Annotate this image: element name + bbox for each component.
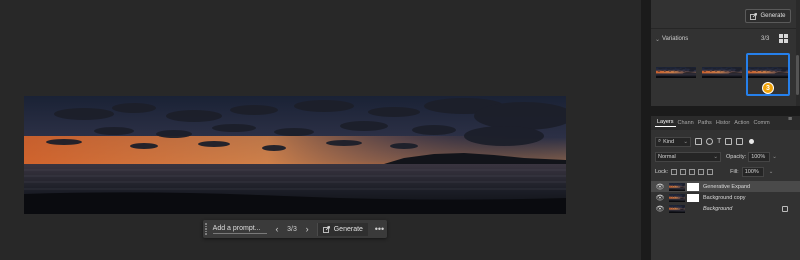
more-options-icon[interactable]: ••• <box>372 224 387 234</box>
layer-thumbnail <box>669 204 685 213</box>
layer-thumbnail <box>669 182 685 191</box>
smart-object-filter-icon[interactable] <box>736 138 744 145</box>
pixel-filter-icon[interactable] <box>695 138 702 145</box>
document-image[interactable] <box>24 96 566 214</box>
tab-history[interactable]: Histor <box>714 120 732 126</box>
properties-scrollbar[interactable] <box>796 0 800 106</box>
variation-1-image <box>656 67 696 78</box>
variation-thumbnail-1[interactable] <box>656 67 696 78</box>
variation-2-image <box>702 67 742 78</box>
layer-thumbnail <box>669 193 685 202</box>
type-filter-icon[interactable]: T <box>717 138 721 145</box>
layer-name[interactable]: Background <box>703 206 732 212</box>
layer-mask-thumbnail[interactable] <box>687 193 699 202</box>
blend-mode-select[interactable]: Normal ⌄ <box>655 152 721 162</box>
chevron-down-icon: ⌄ <box>713 154 718 160</box>
chevron-left-icon[interactable]: ‹ <box>271 224 282 234</box>
layer-row-background-copy[interactable]: 👁 Background copy <box>651 192 800 203</box>
shape-filter-icon[interactable] <box>725 138 733 145</box>
generate-button[interactable]: Generate <box>316 222 368 236</box>
chevron-down-icon[interactable]: ⌄ <box>769 169 774 175</box>
lock-icon <box>782 205 788 212</box>
tab-comments[interactable]: Comm <box>751 120 771 126</box>
blend-row: Normal ⌄ Opacity: 100% ⌄ <box>655 152 795 162</box>
fill-input[interactable]: 100% <box>741 167 764 177</box>
chevron-right-icon[interactable]: › <box>301 224 312 234</box>
layer-mask-thumbnail[interactable] <box>687 182 699 191</box>
properties-generate-label: Generate <box>760 13 786 19</box>
lock-transparent-pixels-icon[interactable] <box>671 169 678 175</box>
lock-all-icon[interactable] <box>707 169 714 175</box>
lock-artboard-icon[interactable] <box>698 169 705 175</box>
lock-image-pixels-icon[interactable] <box>680 169 687 175</box>
variation-counter: 3/3 <box>287 225 297 233</box>
variation-thumbnail-2[interactable] <box>702 67 742 78</box>
grid-view-icon[interactable] <box>779 34 788 43</box>
blend-mode-value: Normal <box>658 154 676 160</box>
panel-divider <box>641 0 651 260</box>
lock-row: Lock: Fill: 100% ⌄ <box>655 167 795 177</box>
eye-icon[interactable]: 👁 <box>655 183 665 191</box>
properties-generate-button[interactable]: Generate <box>745 9 791 23</box>
filter-toggle-icon[interactable] <box>749 139 755 144</box>
variations-count: 3/3 <box>761 36 770 42</box>
divider <box>651 28 800 29</box>
panel-gap <box>651 106 800 116</box>
sunset-photo <box>24 96 566 214</box>
chevron-down-icon[interactable]: ⌄ <box>655 36 660 43</box>
fill-label: Fill: <box>730 169 739 175</box>
contextual-task-bar: Add a prompt... ‹ 3/3 › Generate ••• <box>203 220 387 238</box>
opacity-input[interactable]: 100% <box>748 152 771 162</box>
opacity-label: Opacity: <box>726 154 747 160</box>
layer-filter-row: ⌕ Kind ⌄ T <box>655 136 795 147</box>
prompt-input[interactable]: Add a prompt... <box>212 225 268 234</box>
lock-position-icon[interactable] <box>689 169 696 175</box>
layer-row-generative-expand[interactable]: 👁 Generative Expand <box>651 181 800 192</box>
tab-layers[interactable]: Layers <box>655 119 676 127</box>
generate-icon <box>750 12 758 20</box>
layer-row-background[interactable]: 👁 Background <box>651 203 800 214</box>
drag-handle-icon[interactable] <box>203 220 209 238</box>
tab-paths[interactable]: Paths <box>696 120 714 126</box>
tab-actions[interactable]: Action <box>732 120 751 126</box>
layer-name[interactable]: Background copy <box>703 195 746 201</box>
eye-icon[interactable]: 👁 <box>655 205 665 213</box>
adjustment-filter-icon[interactable] <box>706 138 713 145</box>
eye-icon[interactable]: 👁 <box>655 194 665 202</box>
chevron-down-icon[interactable]: ⌄ <box>772 154 777 160</box>
tab-channels[interactable]: Chann <box>676 120 696 126</box>
panel-menu-icon[interactable]: ≡ <box>788 116 792 123</box>
lock-label: Lock: <box>655 169 669 175</box>
layer-name[interactable]: Generative Expand <box>703 184 750 190</box>
canvas-area[interactable]: Add a prompt... ‹ 3/3 › Generate ••• <box>0 0 641 260</box>
filter-kind-select[interactable]: ⌕ Kind ⌄ <box>655 136 691 147</box>
generate-icon <box>322 225 330 233</box>
generate-label: Generate <box>333 225 363 233</box>
variation-badge: 3 <box>762 82 774 94</box>
variations-title: Variations <box>662 36 689 42</box>
search-icon: ⌕ <box>658 138 662 144</box>
chevron-down-icon: ⌄ <box>683 138 688 145</box>
layers-panel-tabs: Layers Chann Paths Histor Action Comm <box>651 116 800 130</box>
filter-kind-value: Kind <box>663 138 675 145</box>
